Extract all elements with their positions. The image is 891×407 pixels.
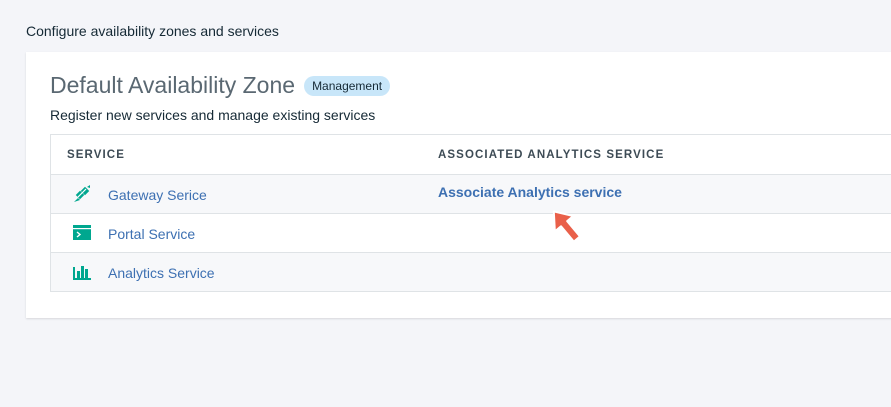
associate-analytics-link[interactable]: Associate Analytics service: [438, 184, 622, 200]
table-row: Analytics Service: [51, 253, 891, 291]
services-table: SERVICE ASSOCIATED ANALYTICS SERVICE Gat…: [50, 134, 891, 292]
zone-subtitle: Register new services and manage existin…: [50, 107, 376, 123]
page-heading: Configure availability zones and service…: [26, 23, 279, 39]
service-link-analytics[interactable]: Analytics Service: [108, 265, 215, 281]
availability-zone-card: Default Availability Zone Management Reg…: [26, 52, 891, 318]
table-header: SERVICE ASSOCIATED ANALYTICS SERVICE: [51, 135, 891, 175]
zone-header: Default Availability Zone Management: [50, 72, 391, 99]
column-header-associated-analytics: ASSOCIATED ANALYTICS SERVICE: [438, 148, 665, 161]
service-link-gateway[interactable]: Gateway Serice: [108, 187, 207, 203]
management-badge: Management: [304, 75, 391, 96]
portal-icon: [72, 224, 92, 242]
service-link-portal[interactable]: Portal Service: [108, 226, 195, 242]
pointer-arrow-icon: [552, 210, 581, 243]
table-row: Portal Service: [51, 214, 891, 253]
zone-title: Default Availability Zone: [50, 72, 296, 98]
table-row: Gateway Serice Associate Analytics servi…: [51, 175, 891, 214]
column-header-service: SERVICE: [67, 148, 125, 161]
gateway-icon: [72, 185, 92, 203]
analytics-icon: [72, 263, 92, 281]
